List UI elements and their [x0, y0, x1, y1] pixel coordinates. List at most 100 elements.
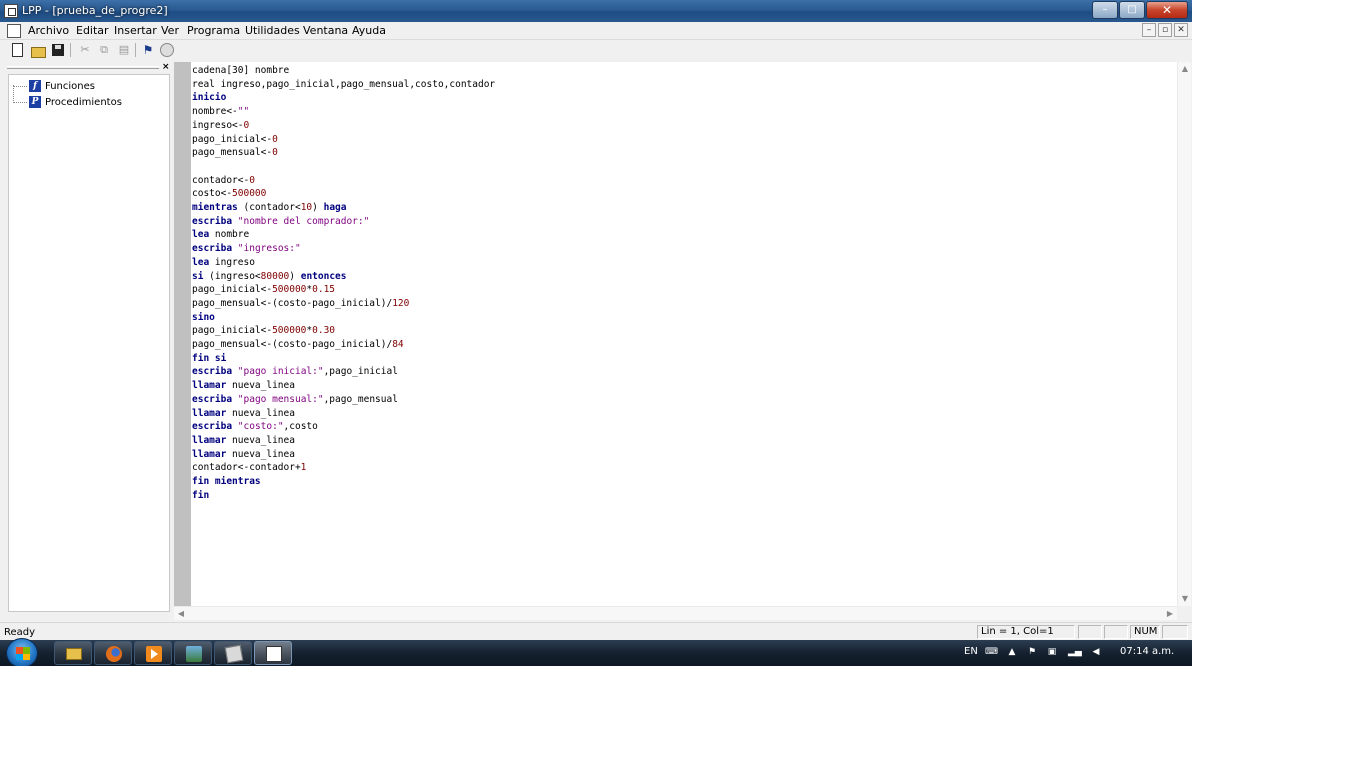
- code-line[interactable]: pago_inicial<-500000*0.15: [192, 283, 335, 297]
- taskbar-firefox[interactable]: [94, 641, 132, 665]
- code-line[interactable]: fin: [192, 489, 209, 503]
- code-line[interactable]: sino: [192, 311, 215, 325]
- toolbar: ✂ ⧉ ▤ ⚑: [0, 40, 1192, 60]
- document-restore-button[interactable]: ▫: [1158, 23, 1172, 37]
- paste-icon[interactable]: ▤: [116, 42, 132, 58]
- code-editor[interactable]: cadena[30] nombre real ingreso,pago_inici…: [191, 62, 1177, 606]
- menu-bar: Archivo Editar Insertar Ver Programa Uti…: [0, 22, 1192, 40]
- menu-ayuda[interactable]: Ayuda: [352, 24, 386, 37]
- taskbar-folder[interactable]: [214, 641, 252, 665]
- code-token: fin mientras: [192, 476, 261, 487]
- code-token: nombre: [209, 229, 250, 241]
- code-line[interactable]: contador<-contador+1: [192, 461, 306, 475]
- document-close-button[interactable]: ✕: [1174, 23, 1188, 37]
- code-token: cadena[30] nombre: [192, 65, 290, 76]
- code-line[interactable]: llamar nueva_linea: [192, 379, 295, 393]
- title-bar[interactable]: LPP - [prueba_de_progre2] – □ ✕: [0, 0, 1192, 22]
- horizontal-scrollbar[interactable]: ◀ ▶: [174, 606, 1177, 620]
- new-file-icon[interactable]: [12, 43, 23, 57]
- code-line[interactable]: escriba "ingresos:": [192, 242, 301, 256]
- taskbar-explorer[interactable]: [54, 641, 92, 665]
- procedure-icon: P: [29, 96, 41, 108]
- code-line[interactable]: costo<-500000: [192, 187, 266, 201]
- menu-programa[interactable]: Programa: [187, 24, 240, 37]
- lpp-app-icon[interactable]: [4, 4, 18, 18]
- code-line[interactable]: pago_mensual<-(costo-pago_inicial)/120: [192, 297, 409, 311]
- code-token: 0: [243, 119, 250, 131]
- code-line[interactable]: fin mientras: [192, 475, 261, 489]
- show-hidden-icons-icon[interactable]: ▲: [1006, 647, 1018, 658]
- save-icon[interactable]: [50, 42, 66, 58]
- document-icon[interactable]: [7, 24, 21, 38]
- firefox-icon: [106, 646, 122, 662]
- code-line[interactable]: fin si: [192, 352, 226, 366]
- code-line[interactable]: cadena[30] nombre: [192, 64, 289, 78]
- code-line[interactable]: escriba "nombre del comprador:": [192, 215, 369, 229]
- cut-icon[interactable]: ✂: [77, 42, 93, 58]
- scroll-down-icon[interactable]: ▼: [1178, 592, 1192, 606]
- taskbar: EN ⌨ ▲ ⚑ ▣ ▂▄ ◀ 07:14 a.m.: [0, 638, 1192, 666]
- code-line[interactable]: si (ingreso<80000) entonces: [192, 270, 346, 284]
- panel-grip[interactable]: [7, 66, 159, 69]
- taskbar-lpp[interactable]: [254, 641, 292, 665]
- minimize-button[interactable]: –: [1092, 1, 1118, 19]
- document-minimize-button[interactable]: –: [1142, 23, 1156, 37]
- open-folder-icon[interactable]: [30, 42, 46, 58]
- compile-icon[interactable]: [160, 43, 174, 57]
- code-token: llamar: [192, 434, 227, 446]
- panel-close-icon[interactable]: ×: [162, 62, 170, 72]
- code-line[interactable]: pago_inicial<-500000*0.30: [192, 324, 335, 338]
- code-line[interactable]: contador<-0: [192, 174, 255, 188]
- tree-item-procedimientos[interactable]: P Procedimientos: [13, 95, 122, 109]
- keyboard-icon[interactable]: ⌨: [985, 647, 998, 658]
- code-token: pago_mensual<-(costo-pago_inicial)/: [192, 297, 393, 309]
- code-line[interactable]: ingreso<-0: [192, 119, 249, 133]
- maximize-button[interactable]: □: [1119, 1, 1145, 19]
- action-center-icon[interactable]: ⚑: [1026, 647, 1038, 658]
- device-icon[interactable]: ▣: [1046, 647, 1058, 658]
- code-token: (ingreso<: [203, 270, 261, 282]
- signal-icon[interactable]: ▂▄: [1068, 647, 1082, 658]
- code-line[interactable]: lea nombre: [192, 228, 249, 242]
- start-button[interactable]: [6, 638, 38, 666]
- volume-icon[interactable]: ◀: [1090, 647, 1102, 658]
- scroll-right-icon[interactable]: ▶: [1163, 607, 1177, 621]
- menu-insertar[interactable]: Insertar: [114, 24, 157, 37]
- clock[interactable]: 07:14 a.m.: [1120, 646, 1174, 657]
- taskbar-network[interactable]: [174, 641, 212, 665]
- close-button[interactable]: ✕: [1146, 1, 1188, 19]
- code-line[interactable]: escriba "pago mensual:",pago_mensual: [192, 393, 398, 407]
- code-line[interactable]: pago_inicial<-0: [192, 133, 278, 147]
- code-line[interactable]: llamar nueva_linea: [192, 448, 295, 462]
- status-text: Ready: [4, 627, 36, 638]
- menu-ver[interactable]: Ver: [161, 24, 179, 37]
- code-line[interactable]: nombre<-"": [192, 105, 249, 119]
- code-token: "pago inicial:": [237, 366, 324, 378]
- code-token: costo<-: [192, 188, 233, 200]
- code-line[interactable]: escriba "costo:",costo: [192, 420, 318, 434]
- tree-item-funciones[interactable]: f Funciones: [13, 79, 95, 93]
- menu-ventana[interactable]: Ventana: [303, 24, 348, 37]
- code-line[interactable]: pago_mensual<-(costo-pago_inicial)/84: [192, 338, 404, 352]
- code-line[interactable]: real ingreso,pago_inicial,pago_mensual,c…: [192, 78, 495, 92]
- code-line[interactable]: escriba "pago inicial:",pago_inicial: [192, 365, 398, 379]
- vertical-scrollbar[interactable]: ▲ ▼: [1177, 62, 1191, 606]
- menu-utilidades[interactable]: Utilidades: [245, 24, 300, 37]
- language-indicator[interactable]: EN: [964, 646, 978, 657]
- code-line[interactable]: pago_mensual<-0: [192, 146, 278, 160]
- code-line[interactable]: lea ingreso: [192, 256, 255, 270]
- taskbar-media-player[interactable]: [134, 641, 172, 665]
- code-token: pago_mensual<-: [192, 147, 273, 159]
- code-line[interactable]: inicio: [192, 91, 226, 105]
- scroll-up-icon[interactable]: ▲: [1178, 62, 1192, 76]
- copy-icon[interactable]: ⧉: [96, 42, 112, 58]
- run-icon[interactable]: ⚑: [140, 42, 156, 58]
- code-line[interactable]: llamar nueva_linea: [192, 407, 295, 421]
- scroll-left-icon[interactable]: ◀: [174, 607, 188, 621]
- code-token: escriba: [192, 215, 233, 227]
- menu-editar[interactable]: Editar: [76, 24, 109, 37]
- code-line[interactable]: mientras (contador<10) haga: [192, 201, 346, 215]
- status-pane-blank: [1104, 625, 1128, 639]
- menu-archivo[interactable]: Archivo: [28, 24, 69, 37]
- code-line[interactable]: llamar nueva_linea: [192, 434, 295, 448]
